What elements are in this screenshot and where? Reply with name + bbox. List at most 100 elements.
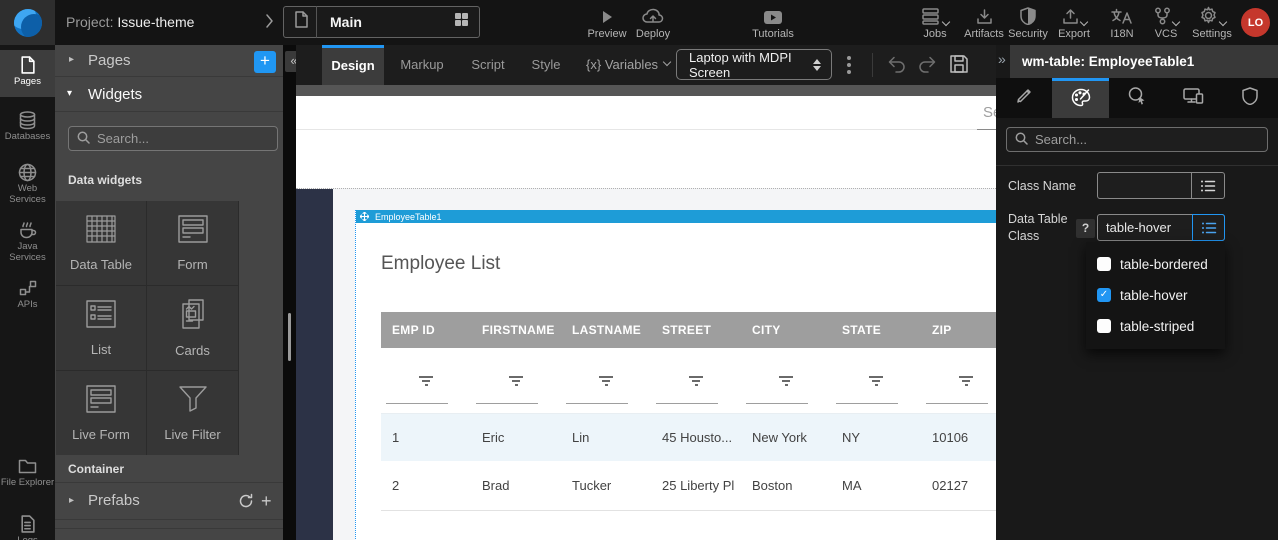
widget-live-form[interactable]: Live Form (56, 371, 146, 455)
variables-button[interactable]: {x} Variables (586, 57, 670, 72)
table-cell[interactable]: Eric (471, 413, 561, 461)
move-handle-icon[interactable] (360, 208, 369, 226)
device-select[interactable]: Laptop with MDPI Screen (676, 49, 832, 80)
jobs-button[interactable]: Jobs (907, 5, 963, 40)
grid-menu-icon[interactable] (454, 12, 469, 32)
redo-button[interactable] (917, 55, 938, 78)
class-name-field[interactable] (1097, 172, 1225, 199)
expand-right-panel-button[interactable]: » (998, 51, 1006, 67)
option-table-bordered[interactable]: table-bordered (1086, 252, 1225, 276)
prefabs-section-header[interactable]: ▸ Prefabs + (55, 482, 283, 520)
option-table-striped[interactable]: table-striped (1086, 314, 1225, 338)
sidebar-item-pages[interactable]: Pages (0, 50, 55, 97)
table-cell[interactable]: Lin (561, 413, 651, 461)
widget-selection-bar[interactable]: EmployeeTable1 (356, 210, 996, 223)
help-badge[interactable]: ? (1076, 219, 1095, 238)
table-cell[interactable]: MA (831, 461, 921, 511)
tab-markup[interactable]: Markup (392, 45, 452, 85)
tab-divider (316, 6, 317, 38)
widget-data-table[interactable]: Data Table (56, 201, 146, 285)
widget-live-filter[interactable]: Live Filter (147, 371, 238, 455)
sidebar-item-apis[interactable]: APIs (0, 273, 55, 319)
tab-script[interactable]: Script (462, 45, 514, 85)
option-table-hover[interactable]: table-hover (1086, 283, 1225, 307)
save-button[interactable] (949, 54, 969, 79)
table-cell[interactable]: Brad (471, 461, 561, 511)
filter-input[interactable] (566, 403, 628, 404)
checkbox-icon[interactable] (1097, 319, 1111, 333)
filter-cell[interactable] (651, 348, 741, 413)
filter-input[interactable] (476, 403, 538, 404)
class-list-button[interactable] (1191, 173, 1224, 198)
tab-styles[interactable] (1052, 78, 1108, 118)
pages-section-header[interactable]: ▸ Pages + (55, 45, 283, 77)
widgets-section-header[interactable]: ▾ Widgets (55, 78, 283, 112)
filter-cell[interactable] (561, 348, 651, 413)
user-avatar[interactable]: LO (1241, 8, 1270, 37)
page-tab-main[interactable]: Main (283, 6, 480, 38)
checkbox-icon[interactable] (1097, 288, 1111, 302)
class-list-button-active[interactable] (1192, 214, 1225, 241)
table-cell[interactable]: 45 Housto... (651, 413, 741, 461)
data-table-class-field[interactable]: table-hover (1097, 214, 1225, 241)
column-header[interactable]: EMP ID (381, 312, 471, 348)
tab-style[interactable]: Style (522, 45, 570, 85)
filter-cell[interactable] (831, 348, 921, 413)
column-header[interactable]: FIRSTNAME (471, 312, 561, 348)
column-header[interactable]: STREET (651, 312, 741, 348)
column-header[interactable]: CITY (741, 312, 831, 348)
column-header[interactable]: ZIP (921, 312, 996, 348)
table-cell[interactable]: 2 (381, 461, 471, 511)
widget-list[interactable]: List (56, 286, 146, 370)
checkbox-icon[interactable] (1097, 257, 1111, 271)
filter-input[interactable] (656, 403, 718, 404)
undo-button[interactable] (886, 55, 907, 78)
design-canvas[interactable]: Se EmployeeTable1 Employee List EMP ID F… (296, 85, 996, 540)
more-options-button[interactable] (847, 56, 851, 74)
sidebar-item-logs[interactable]: Logs (0, 509, 55, 540)
table-cell[interactable]: 25 Liberty Pl (651, 461, 741, 511)
filter-input[interactable] (836, 403, 898, 404)
table-cell[interactable]: 10106 (921, 413, 996, 461)
table-cell[interactable]: Tucker (561, 461, 651, 511)
widget-cards[interactable]: Cards (147, 286, 238, 370)
properties-search-input[interactable]: Search... (1006, 127, 1268, 152)
add-prefab-button[interactable]: + (261, 491, 272, 512)
sidebar-item-databases[interactable]: Databases (0, 105, 55, 151)
tab-security[interactable] (1222, 78, 1278, 118)
filter-input[interactable] (746, 403, 808, 404)
sidebar-item-java-services[interactable]: Java Services (0, 215, 55, 270)
tab-devices[interactable] (1165, 78, 1221, 118)
table-cell[interactable]: 1 (381, 413, 471, 461)
sidebar-item-web-services[interactable]: Web Services (0, 157, 55, 212)
filter-cell[interactable] (471, 348, 561, 413)
tab-design[interactable]: Design (322, 45, 384, 85)
employee-table-widget[interactable]: EmployeeTable1 Employee List EMP ID FIRS… (355, 210, 996, 540)
app-logo[interactable] (0, 0, 55, 45)
tutorials-button[interactable]: Tutorials (745, 5, 801, 40)
table-cell[interactable]: 02127 (921, 461, 996, 511)
column-header[interactable]: STATE (831, 312, 921, 348)
tab-events[interactable] (1109, 78, 1165, 118)
tab-properties[interactable] (996, 78, 1052, 118)
filter-cell[interactable] (741, 348, 831, 413)
table-cell[interactable]: Boston (741, 461, 831, 511)
filter-cell[interactable] (381, 348, 471, 413)
widget-form[interactable]: Form (147, 201, 238, 285)
add-page-button[interactable]: + (254, 51, 276, 73)
gear-icon (1184, 5, 1240, 25)
panel-scrollbar[interactable] (288, 313, 291, 361)
widget-search-input[interactable]: Search... (68, 126, 278, 151)
sidebar-item-file-explorer[interactable]: File Explorer (0, 451, 55, 506)
filter-input[interactable] (926, 403, 988, 404)
table-cell[interactable]: New York (741, 413, 831, 461)
filter-input[interactable] (386, 403, 448, 404)
page-structure-section-header[interactable]: ▸ Page Structure (55, 528, 283, 540)
chevron-right-icon[interactable] (265, 13, 274, 34)
filter-cell[interactable] (921, 348, 996, 413)
deploy-button[interactable]: Deploy (625, 5, 681, 40)
table-cell[interactable]: NY (831, 413, 921, 461)
refresh-icon[interactable] (238, 493, 254, 514)
settings-button[interactable]: Settings (1184, 5, 1240, 40)
column-header[interactable]: LASTNAME (561, 312, 651, 348)
